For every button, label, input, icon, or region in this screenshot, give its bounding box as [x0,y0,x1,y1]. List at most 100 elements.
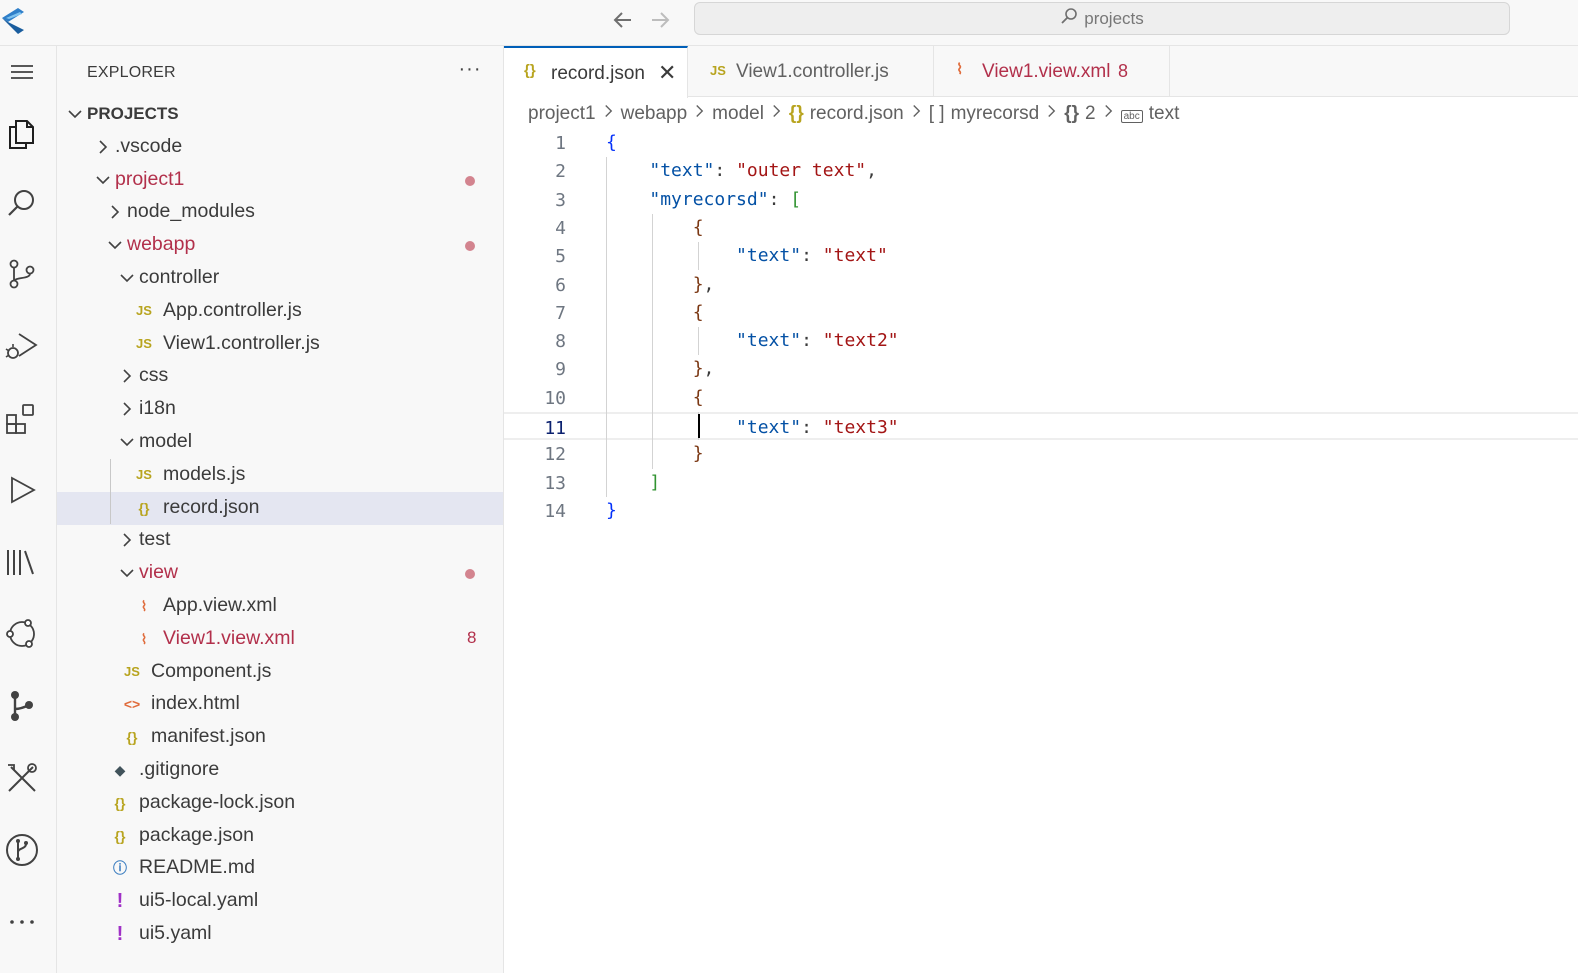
xml-file-icon: ⌇ [956,61,964,78]
breadcrumb-label: record.json [809,103,904,124]
tree-file[interactable]: ◆ .gitignore [57,754,503,787]
tree-file[interactable]: ! ui5-local.yaml [57,885,503,918]
chevron-down-icon[interactable] [117,432,137,452]
code-line[interactable]: 13 ] [504,469,1578,497]
code-line[interactable]: 2 "text": "outer text", [504,157,1578,185]
code-text: }, [692,358,715,380]
command-center-search[interactable]: projects [694,2,1510,35]
tree-folder[interactable]: webapp [57,229,503,262]
line-number: 5 [555,246,566,268]
menu-icon[interactable] [0,50,44,94]
chevron-right-icon[interactable] [93,137,113,157]
chevron-right-icon[interactable] [117,399,137,419]
tree-folder[interactable]: view [57,557,503,590]
breadcrumb-item[interactable]: [ ] myrecorsd [929,103,1040,125]
back-arrow-icon[interactable] [611,9,635,31]
code-text: "myrecorsd": [ [649,188,802,210]
tree-file[interactable]: JS models.js [57,459,503,492]
tree-item-label: i18n [139,397,176,420]
tree-folder[interactable]: css [57,360,503,393]
chevron-down-icon[interactable] [117,563,137,583]
chevron-down-icon[interactable] [105,235,125,255]
yaml-file-icon: ! [116,923,124,945]
code-line[interactable]: 12 } [504,440,1578,468]
tree-folder[interactable]: .vscode [57,131,503,164]
tree-folder[interactable]: model [57,426,503,459]
code-line[interactable]: 4 { [504,214,1578,242]
code-line[interactable]: 10 { [504,384,1578,412]
code-editor[interactable]: 1{2 "text": "outer text", 3 "myrecorsd": … [504,129,1578,973]
tree-folder[interactable]: project1 [57,164,503,197]
json-file-icon: {} [788,103,804,124]
git-graph-icon[interactable] [0,684,44,728]
tree-file[interactable]: JS Component.js [57,656,503,689]
search-icon[interactable] [0,182,44,226]
tree-file[interactable]: <> index.html [57,688,503,721]
explorer-more-actions-icon[interactable]: ··· [455,58,485,84]
code-line[interactable]: 3 "myrecorsd": [ [504,186,1578,214]
breadcrumb-item[interactable]: model [712,103,764,125]
code-line[interactable]: 5 "text": "text" [504,242,1578,270]
tree-file[interactable]: {} manifest.json [57,721,503,754]
breadcrumb-item[interactable]: webapp [621,103,688,125]
tree-folder[interactable]: test [57,524,503,557]
run-icon[interactable] [0,468,44,512]
breadcrumb-item[interactable]: project1 [528,103,596,125]
tree-item-label: ui5.yaml [139,922,212,944]
breadcrumb-item[interactable]: {} 2 [1064,103,1095,125]
library-icon[interactable] [0,540,44,584]
tree-item-label: .vscode [115,134,183,157]
chevron-right-icon[interactable] [117,530,137,550]
code-line[interactable]: 11 "text": "text3" [504,412,1578,440]
code-line[interactable]: 9 }, [504,355,1578,383]
forward-arrow-icon[interactable] [648,9,672,31]
code-line[interactable]: 7 { [504,299,1578,327]
tree-folder[interactable]: node_modules [57,196,503,229]
chevron-down-icon[interactable] [93,170,113,190]
code-line[interactable]: 14} [504,497,1578,525]
source-control-icon[interactable] [0,252,44,296]
tree-file[interactable]: {} record.json [57,491,503,525]
line-number: 1 [555,133,566,154]
tab-label: View1.controller.js [736,61,889,82]
breadcrumb-item[interactable]: abc text [1120,103,1180,125]
code-line[interactable]: 6 }, [504,271,1578,299]
code-line[interactable]: 8 "text": "text2" [504,327,1578,355]
indent-guide [606,157,607,497]
git-branch-icon[interactable] [0,828,44,872]
tab-view1-controller-js[interactable]: JS View1.controller.js [688,46,934,97]
tree-file[interactable]: ⌇ View1.view.xml 8 [57,623,503,656]
extensions-icon[interactable] [0,396,44,440]
chevron-right-icon[interactable] [105,202,125,222]
tab-view1-view-xml[interactable]: ⌇ View1.view.xml 8 [934,46,1170,97]
tree-file[interactable]: {} package.json [57,820,503,853]
tree-folder[interactable]: PROJECTS [57,98,503,131]
tree-file[interactable]: {} package-lock.json [57,787,503,820]
code-line[interactable]: 1{ [504,129,1578,157]
line-number: 6 [555,274,566,296]
run-debug-icon[interactable] [0,324,44,368]
code-text: "text": "text3" [736,417,899,438]
js-file-icon: JS [136,302,152,318]
tree-item-label: App.controller.js [163,298,302,321]
chevron-right-icon[interactable] [117,366,137,386]
tree-file[interactable]: ⓘ README.md [57,852,503,885]
tree-file[interactable]: ! ui5.yaml [57,918,503,951]
chevron-down-icon[interactable] [117,268,137,288]
tree-item-label: test [139,528,171,551]
more-icon[interactable] [0,898,44,942]
explorer-icon[interactable] [0,112,44,156]
tree-folder[interactable]: i18n [57,393,503,426]
tools-icon[interactable] [0,756,44,800]
tab-record-json[interactable]: {} record.json ✕ [504,46,688,98]
chevron-down-icon[interactable] [65,104,85,124]
breadcrumb-item[interactable]: {} record.json [789,103,904,125]
tree-file[interactable]: ⌇ App.view.xml [57,590,503,623]
tree-file[interactable]: JS App.controller.js [57,295,503,328]
close-icon[interactable]: ✕ [658,60,676,86]
breadcrumb-label: text [1148,103,1180,124]
tree-file[interactable]: JS View1.controller.js [57,328,503,361]
remote-explorer-icon[interactable] [0,612,44,656]
tree-folder[interactable]: controller [57,262,503,295]
html-file-icon: <> [123,696,141,713]
